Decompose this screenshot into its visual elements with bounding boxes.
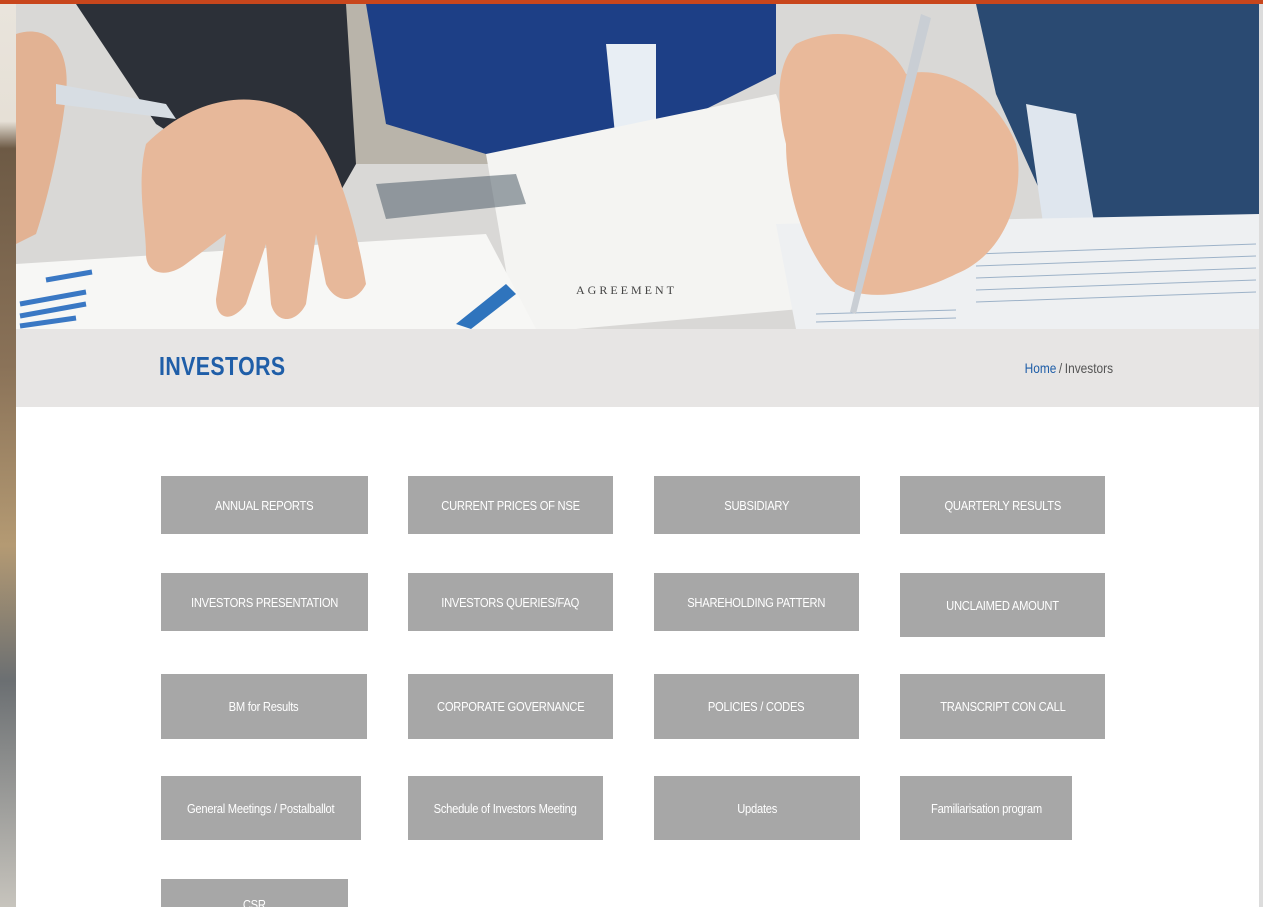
tile-bm-for-results[interactable]: BM for Results	[161, 674, 367, 739]
tile-label: Schedule of Investors Meeting	[434, 800, 577, 816]
tile-investors-queries-faq[interactable]: INVESTORS QUERIES/FAQ	[408, 573, 613, 631]
svg-text:AGREEMENT: AGREEMENT	[576, 283, 677, 297]
tile-unclaimed-amount[interactable]: UNCLAIMED AMOUNT	[900, 573, 1105, 637]
tile-updates[interactable]: Updates	[654, 776, 860, 840]
tile-label: INVESTORS PRESENTATION	[190, 594, 339, 610]
tile-transcript-con-call[interactable]: TRANSCRIPT CON CALL	[900, 674, 1105, 739]
tile-label: BM for Results	[229, 699, 299, 714]
tile-corporate-governance[interactable]: CORPORATE GOVERNANCE	[408, 674, 613, 739]
tile-label: CORPORATE GOVERNANCE	[436, 699, 585, 714]
tile-label: UNCLAIMED AMOUNT	[946, 597, 1059, 613]
tile-label: INVESTORS QUERIES/FAQ	[441, 594, 580, 610]
tile-investors-presentation[interactable]: INVESTORS PRESENTATION	[161, 573, 368, 631]
scrollbar-edge	[1259, 4, 1263, 907]
hero-banner-image: AGREEMENT	[16, 4, 1259, 329]
background-edge	[0, 4, 16, 907]
tile-label: Updates	[737, 800, 777, 816]
breadcrumb-home-link[interactable]: Home	[1025, 360, 1057, 376]
tile-label: CSR	[243, 897, 266, 907]
tile-label: SUBSIDIARY	[724, 497, 790, 513]
breadcrumb-separator: /	[1058, 360, 1063, 376]
tile-schedule-of-investors-meeting[interactable]: Schedule of Investors Meeting	[408, 776, 603, 840]
tile-label: ANNUAL REPORTS	[215, 497, 314, 513]
tile-shareholding-pattern[interactable]: SHAREHOLDING PATTERN	[654, 573, 859, 631]
tile-label: QUARTERLY RESULTS	[944, 497, 1061, 513]
tile-label: TRANSCRIPT CON CALL	[939, 699, 1066, 714]
breadcrumb: Home / Investors	[1025, 360, 1113, 376]
tile-csr[interactable]: CSR	[161, 879, 348, 907]
tile-subsidiary[interactable]: SUBSIDIARY	[654, 476, 860, 534]
tile-label: SHAREHOLDING PATTERN	[687, 594, 826, 610]
tile-current-prices-nse[interactable]: CURRENT PRICES OF NSE	[408, 476, 613, 534]
tile-label: CURRENT PRICES OF NSE	[441, 497, 580, 513]
page-title: INVESTORS	[159, 351, 286, 381]
tile-general-meetings-postalballot[interactable]: General Meetings / Postalballot	[161, 776, 361, 840]
tile-label: Familiarisation program	[930, 800, 1042, 816]
tile-familiarisation-program[interactable]: Familiarisation program	[900, 776, 1072, 840]
tile-label: POLICIES / CODES	[708, 699, 805, 714]
tile-quarterly-results[interactable]: QUARTERLY RESULTS	[900, 476, 1105, 534]
tile-label: General Meetings / Postalballot	[187, 800, 335, 816]
tile-policies-codes[interactable]: POLICIES / CODES	[654, 674, 859, 739]
tile-annual-reports[interactable]: ANNUAL REPORTS	[161, 476, 368, 534]
breadcrumb-current: Investors	[1064, 360, 1113, 376]
page-title-bar: INVESTORS Home / Investors	[16, 329, 1259, 407]
